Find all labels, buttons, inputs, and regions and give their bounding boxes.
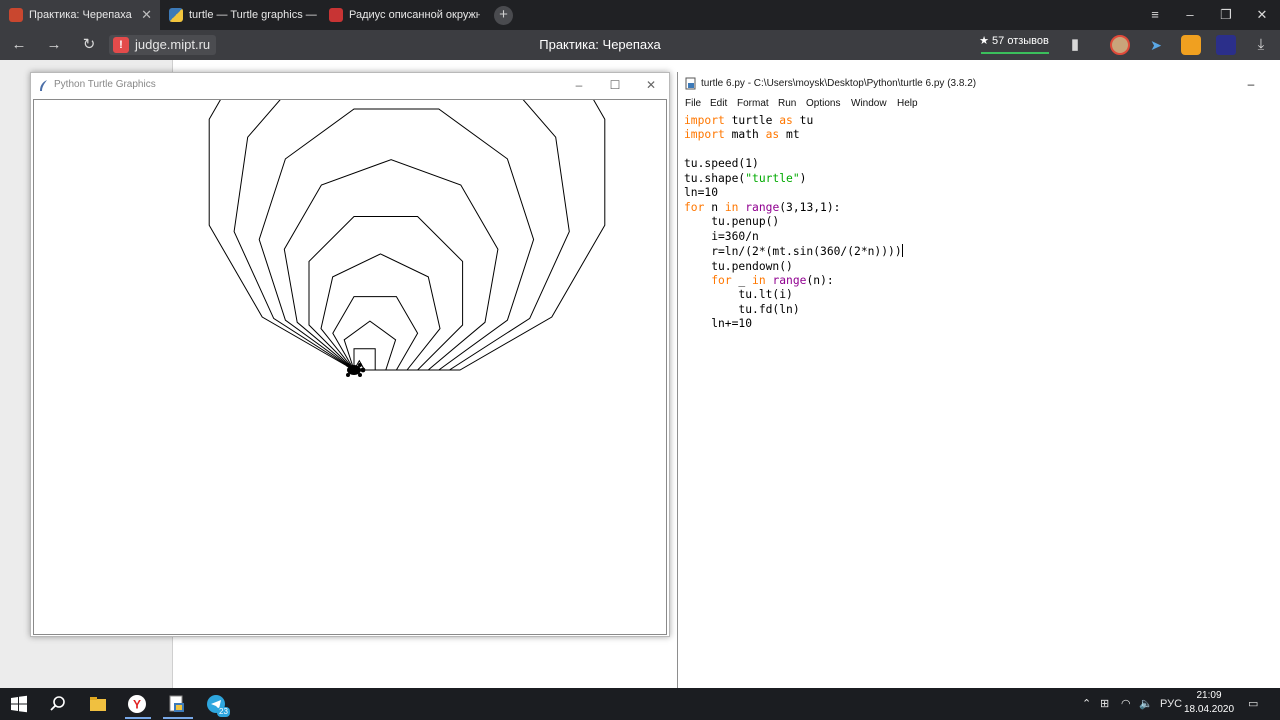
reload-icon[interactable]: ↻ [81, 37, 97, 53]
idle-editor-window[interactable]: turtle 6.py - C:\Users\moysk\Desktop\Pyt… [677, 72, 1280, 688]
search-icon[interactable] [48, 694, 68, 714]
language-indicator[interactable]: РУС [1160, 697, 1182, 711]
restore-icon[interactable]: ❐ [1208, 0, 1244, 30]
menu-options[interactable]: Options [806, 98, 840, 109]
clock-date[interactable]: 18.04.2020 [1184, 704, 1234, 715]
close-icon[interactable]: ✕ [643, 77, 659, 93]
site-favicon-icon [329, 8, 343, 22]
screen: Практика: Черепаха ✕ turtle — Turtle gra… [0, 0, 1280, 720]
turtle-cursor-icon [346, 363, 366, 377]
network-icon[interactable]: ⊞ [1100, 697, 1109, 711]
python-file-icon [685, 77, 696, 90]
telegram-unread-badge: 23 [217, 707, 230, 717]
maximize-icon[interactable]: ☐ [607, 77, 623, 93]
page-title: Практика: Черепаха [539, 37, 661, 52]
menu-window[interactable]: Window [851, 98, 887, 109]
active-app-indicator [125, 717, 151, 719]
menu-help[interactable]: Help [897, 98, 918, 109]
feather-icon [40, 80, 47, 91]
tab-label: Практика: Черепаха [29, 9, 132, 21]
python-idle-icon[interactable] [167, 694, 187, 714]
minimize-icon[interactable]: – [1172, 0, 1208, 30]
tab-circumradius[interactable]: Радиус описанной окружн [320, 0, 480, 30]
close-window-icon[interactable]: ✕ [1244, 0, 1280, 30]
browser-tab-strip: Практика: Черепаха ✕ turtle — Turtle gra… [0, 0, 1280, 30]
windows-start-icon[interactable] [9, 694, 29, 714]
idle-window-title: turtle 6.py - C:\Users\moysk\Desktop\Pyt… [701, 78, 977, 89]
text-cursor [901, 244, 903, 258]
reviews-badge[interactable]: ★ 57 отзывов [978, 34, 1050, 54]
turtle-window-titlebar[interactable]: Python Turtle Graphics – ☐ ✕ [31, 73, 669, 98]
clock-time[interactable]: 21:09 [1186, 690, 1232, 701]
tab-practice-turtle[interactable]: Практика: Черепаха ✕ [0, 0, 160, 30]
tab-label: turtle — Turtle graphics — [189, 9, 317, 21]
chat-extension-icon[interactable] [1181, 35, 1201, 55]
idle-titlebar[interactable]: turtle 6.py - C:\Users\moysk\Desktop\Pyt… [678, 72, 1280, 96]
menu-file[interactable]: File [685, 98, 701, 109]
polygon-5-sides [343, 320, 397, 371]
forward-icon[interactable]: → [46, 37, 62, 53]
tab-label: Радиус описанной окружн [349, 9, 480, 21]
file-explorer-icon[interactable] [88, 694, 108, 714]
tab-turtle-docs[interactable]: turtle — Turtle graphics — [160, 0, 320, 30]
active-app-indicator [163, 717, 193, 719]
new-tab-button[interactable]: + [494, 6, 513, 25]
menu-format[interactable]: Format [737, 98, 769, 109]
turtle-window-title: Python Turtle Graphics [54, 79, 156, 90]
polygon-12-sides [208, 100, 606, 371]
svg-text:Y: Y [133, 698, 141, 712]
bookmark-icon[interactable]: ▮ [1067, 37, 1083, 53]
turtle-canvas [33, 99, 667, 635]
download-icon[interactable]: ⤓ [1253, 37, 1269, 53]
menu-edit[interactable]: Edit [710, 98, 727, 109]
reviews-rating-bar [981, 52, 1049, 54]
send-icon[interactable]: ➤ [1146, 35, 1166, 55]
site-favicon-icon [9, 8, 23, 22]
polygon-8-sides [308, 216, 464, 371]
notifications-icon[interactable]: ▭ [1248, 697, 1258, 711]
polygon-9-sides [283, 159, 499, 371]
back-icon[interactable]: ← [11, 37, 27, 53]
volume-icon[interactable]: 🔈 [1139, 697, 1153, 711]
python-favicon-icon [169, 8, 183, 22]
minimize-icon[interactable]: – [1243, 76, 1259, 92]
turtle-graphics-window[interactable]: Python Turtle Graphics – ☐ ✕ [30, 72, 670, 637]
idle-menu-bar: File Edit Format Run Options Window Help [678, 96, 1280, 114]
profile-avatar-icon[interactable] [1110, 35, 1130, 55]
tray-chevron-icon[interactable]: ⌃ [1082, 697, 1091, 711]
address-text[interactable]: judge.mipt.ru [135, 37, 210, 53]
polygon-7-sides [320, 253, 441, 371]
yandex-browser-icon[interactable]: Y [127, 694, 147, 714]
minimize-icon[interactable]: – [571, 77, 587, 93]
code-editor[interactable]: import turtle as tu import math as mt tu… [684, 114, 1274, 332]
browser-menu-icon[interactable]: ≡ [1137, 0, 1173, 30]
warning-icon[interactable]: ! [113, 37, 129, 53]
extension-icon[interactable] [1216, 35, 1236, 55]
menu-run[interactable]: Run [778, 98, 796, 109]
turtle-drawing [208, 100, 606, 377]
close-tab-icon[interactable]: ✕ [141, 7, 152, 23]
wifi-icon[interactable]: ◠ [1121, 697, 1131, 711]
